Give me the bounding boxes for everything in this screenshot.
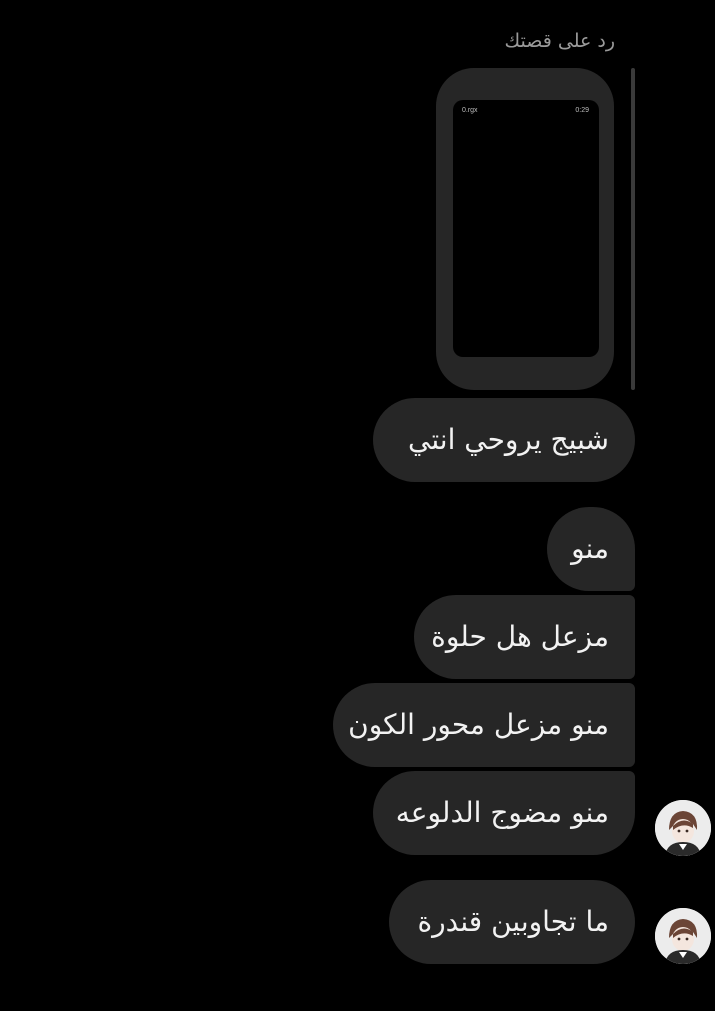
story-reply-indicator — [631, 68, 635, 390]
message-bubble[interactable]: ما تجاوبين قندرة — [389, 880, 635, 964]
story-account-name: 0.rgx — [462, 107, 478, 114]
message-bubble[interactable]: مزعل هل حلوة — [414, 595, 635, 679]
message-bubble[interactable]: منو مضوج الدلوعه — [373, 771, 635, 855]
message-bubble[interactable]: منو مزعل محور الكون — [333, 683, 635, 767]
message-bubble[interactable]: منو — [547, 507, 635, 591]
message-bubble[interactable]: شبيج يروحي انتي — [373, 398, 635, 482]
contact-avatar-icon[interactable] — [655, 800, 711, 856]
contact-avatar-icon[interactable] — [655, 908, 711, 964]
reply-to-story-label: رد على قصتك — [504, 30, 615, 52]
story-duration: 0:29 — [575, 107, 589, 114]
story-preview[interactable]: 0.rgx 0:29 — [436, 68, 614, 390]
story-preview-screen[interactable]: 0.rgx 0:29 — [453, 100, 599, 357]
